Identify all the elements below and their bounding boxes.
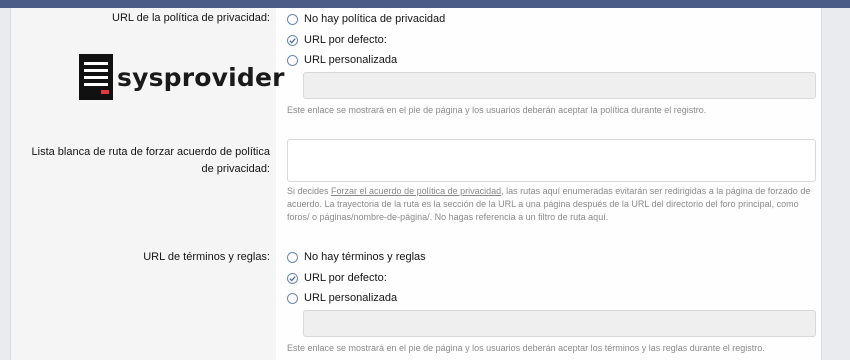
- whitelist-label-line2: de privacidad:: [201, 163, 271, 175]
- radio-icon[interactable]: [287, 292, 298, 304]
- privacy-option-custom[interactable]: URL personalizada: [287, 52, 397, 68]
- terms-hint: Este enlace se mostrará en el pie de pág…: [287, 343, 765, 353]
- top-nav-bar: [0, 0, 850, 8]
- privacy-option-none[interactable]: No hay política de privacidad: [287, 11, 445, 27]
- whitelist-label-line1: Lista blanca de ruta de forzar acuerdo d…: [31, 146, 270, 158]
- settings-panel: URL de la política de privacidad: syspro…: [10, 8, 822, 360]
- terms-option-none[interactable]: No hay términos y reglas: [287, 249, 426, 265]
- radio-checked-icon[interactable]: [287, 34, 298, 46]
- terms-custom-url-input[interactable]: [303, 310, 816, 337]
- radio-icon[interactable]: [287, 54, 298, 66]
- whitelist-textarea[interactable]: [287, 139, 816, 182]
- terms-option-custom[interactable]: URL personalizada: [287, 290, 397, 306]
- logo-text: sysprovider: [117, 62, 285, 92]
- label-column: URL de la política de privacidad: syspro…: [11, 8, 285, 360]
- privacy-url-label: URL de la política de privacidad:: [112, 12, 270, 24]
- terms-option-default[interactable]: URL por defecto:: [287, 270, 387, 286]
- privacy-custom-url-input[interactable]: [303, 72, 816, 99]
- privacy-hint: Este enlace se mostrará en el pie de pág…: [287, 105, 707, 115]
- terms-url-label: URL de términos y reglas:: [143, 251, 270, 263]
- radio-icon[interactable]: [287, 251, 298, 263]
- force-agreement-link[interactable]: Forzar el acuerdo de política de privaci…: [331, 186, 501, 196]
- radio-checked-icon[interactable]: [287, 272, 298, 284]
- radio-icon[interactable]: [287, 13, 298, 25]
- whitelist-hint: Si decides Forzar el acuerdo de política…: [287, 186, 811, 222]
- privacy-option-default[interactable]: URL por defecto:: [287, 32, 387, 48]
- sysprovider-logo: sysprovider: [79, 54, 285, 100]
- logo-icon: [79, 54, 113, 100]
